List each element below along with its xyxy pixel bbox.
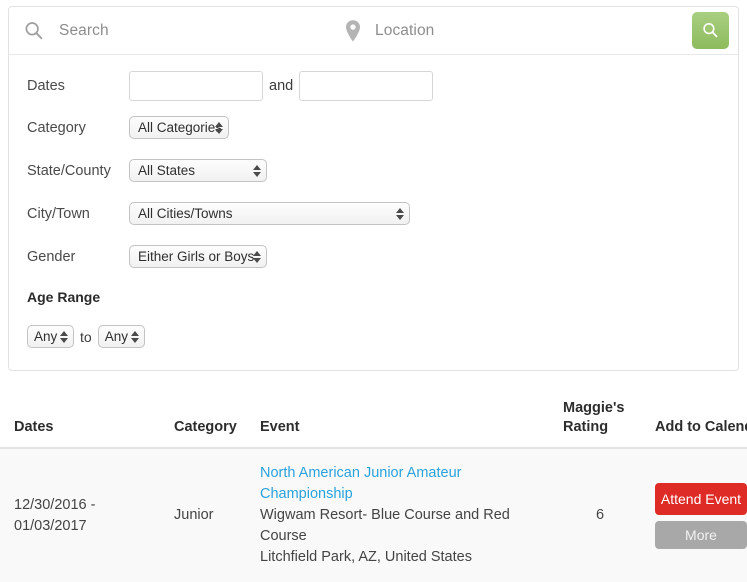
filter-row-dates: Dates and [9,69,738,102]
gender-select-value: Either Girls or Boys [138,249,255,264]
category-label: Category [27,119,86,136]
state-county-select[interactable]: All States [129,159,267,182]
table-row: 12/30/2016 - 01/03/2017 Junior North Ame… [0,448,747,582]
cell-category: Junior [174,448,260,582]
search-submit-button[interactable] [692,12,729,49]
attend-event-button[interactable]: Attend Event [655,482,747,515]
search-icon [23,20,45,42]
cell-rating: 6 [563,448,655,582]
filter-row-category: Category All Categories [9,111,738,144]
cell-event: North American Junior Amateur Championsh… [260,448,563,582]
location-input-group[interactable]: Location [331,7,661,54]
city-town-select[interactable]: All Cities/Towns [129,202,410,225]
table-header-row: Dates Category Event Maggie's Rating Add… [0,399,747,449]
search-placeholder-text: Search [59,21,109,39]
age-max-select-value: Any [104,329,128,344]
age-range-row: Any to Any [9,325,738,348]
chevron-updown-icon [215,121,223,134]
search-bar: Search Location [9,7,738,55]
filter-row-gender: Gender Either Girls or Boys [9,240,738,273]
gender-label: Gender [27,248,76,265]
city-town-select-value: All Cities/Towns [138,206,233,221]
date-from-input[interactable] [129,70,263,101]
column-header-category: Category [174,399,260,449]
column-header-dates: Dates [0,399,174,449]
state-county-label: State/County [27,162,111,179]
and-label: and [269,77,294,94]
search-filter-panel: Search Location Dates and Category All C… [8,6,739,371]
chevron-updown-icon [60,330,68,343]
age-range-label: Age Range [27,289,101,305]
search-input-group[interactable]: Search [9,7,331,54]
dates-label: Dates [27,77,65,94]
to-label: to [80,328,92,345]
search-icon [701,21,720,40]
events-results-table: Dates Category Event Maggie's Rating Add… [0,399,747,582]
age-min-select-value: Any [34,329,58,344]
chevron-updown-icon [253,250,261,263]
column-header-add-to-calendar: Add to Calendar [655,399,747,449]
table-header: Dates Category Event Maggie's Rating Add… [0,399,747,449]
age-max-select[interactable]: Any [97,325,145,348]
event-location-text: Litchfield Park, AZ, United States [260,549,472,565]
cell-dates: 12/30/2016 - 01/03/2017 [0,448,174,582]
chevron-updown-icon [396,207,404,220]
chevron-updown-icon [253,164,261,177]
location-pin-icon [343,19,363,43]
gender-select[interactable]: Either Girls or Boys [129,245,267,268]
city-town-label: City/Town [27,205,90,222]
cell-add-to-calendar: Attend Event More [655,448,747,582]
filter-row-city: City/Town All Cities/Towns [9,197,738,230]
column-header-event: Event [260,399,563,449]
state-county-select-value: All States [138,163,196,178]
age-min-select[interactable]: Any [27,325,74,348]
filter-form: Dates and Category All Categories State/… [9,55,738,370]
date-to-input[interactable] [299,70,434,101]
category-select-value: All Categories [138,120,223,135]
filter-row-state: State/County All States [9,154,738,187]
event-name-link[interactable]: North American Junior Amateur Championsh… [260,463,555,505]
chevron-updown-icon [130,330,139,343]
category-select[interactable]: All Categories [129,116,229,139]
more-button[interactable]: More [655,520,747,549]
table-body: 12/30/2016 - 01/03/2017 Junior North Ame… [0,448,747,582]
column-header-rating: Maggie's Rating [563,399,655,449]
event-venue-text: Wigwam Resort- Blue Course and Red Cours… [260,507,510,544]
location-placeholder-text: Location [375,21,435,39]
